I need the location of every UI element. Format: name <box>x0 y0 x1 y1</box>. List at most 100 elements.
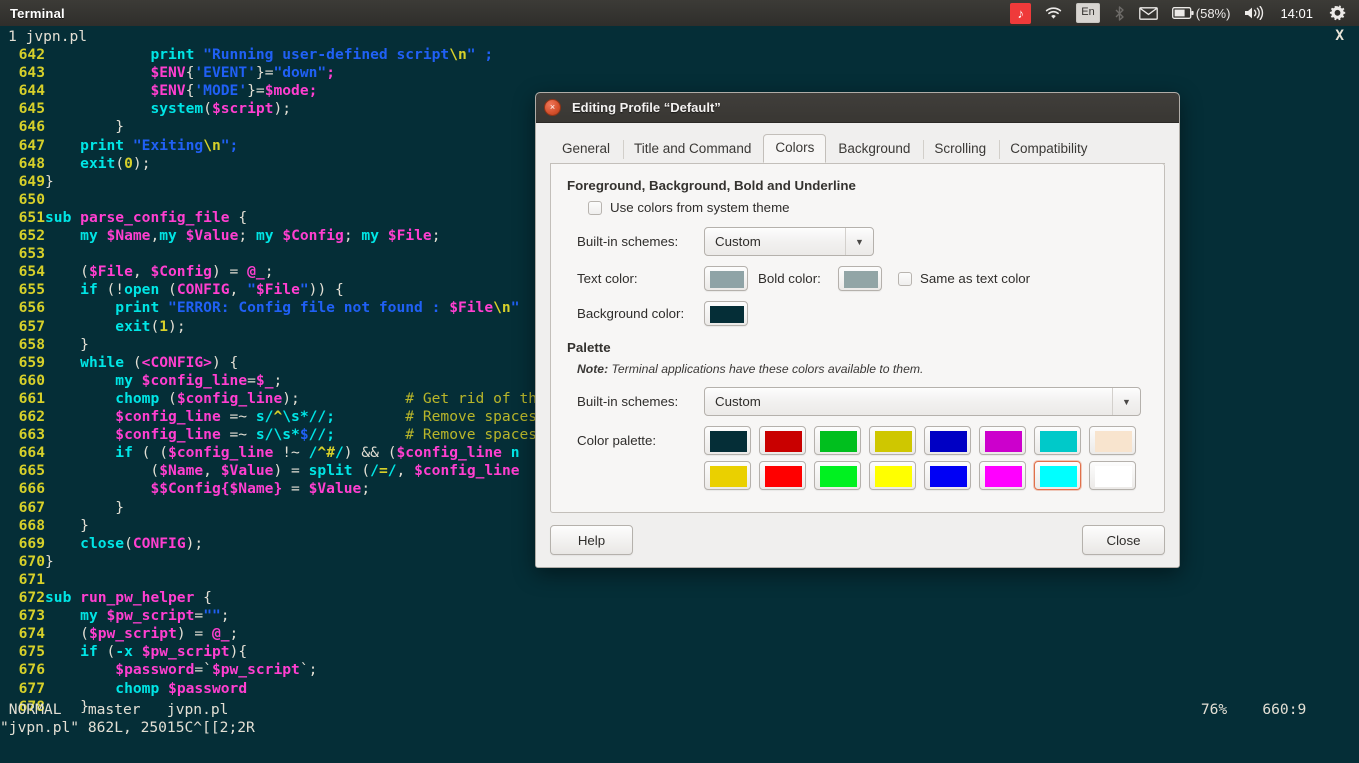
same-as-text-row[interactable]: Same as text color <box>898 271 1030 286</box>
tab-general[interactable]: General <box>550 135 622 163</box>
code-line: 657 exit(1); <box>18 317 186 335</box>
palette-swatch-1-0[interactable] <box>704 426 751 455</box>
code-line: 670} <box>18 552 54 570</box>
palette-swatch-2-6[interactable] <box>1034 461 1081 490</box>
palette-section-title: Palette <box>567 340 611 355</box>
palette-schemes-label: Built-in schemes: <box>577 394 679 409</box>
dialog-title: Editing Profile “Default” <box>572 100 721 115</box>
clock-label[interactable]: 14:01 <box>1271 0 1322 26</box>
code-line: 658 } <box>18 335 89 353</box>
builtin-schemes-select-1[interactable]: Custom ▼ <box>704 227 874 256</box>
code-line: 668 } <box>18 516 89 534</box>
palette-swatch-2-3[interactable] <box>869 461 916 490</box>
code-line: 675 if (-x $pw_script){ <box>18 643 248 661</box>
text-color-row: Text color: Bold color: Same as text col… <box>567 266 1148 291</box>
code-line: 653 <box>18 245 45 263</box>
palette-swatch-2-4[interactable] <box>924 461 971 490</box>
bold-color-swatch[interactable] <box>838 266 882 291</box>
envelope-icon[interactable] <box>1132 0 1165 26</box>
builtin-schemes-row-1: Built-in schemes: Custom ▼ <box>567 227 1148 256</box>
close-icon[interactable]: × <box>544 99 561 116</box>
code-line: 656 print "ERROR: Config file not found … <box>18 299 520 317</box>
keyboard-language-indicator[interactable]: En <box>1069 0 1106 26</box>
code-line: 649} <box>18 172 54 190</box>
palette-swatch-2-5[interactable] <box>979 461 1026 490</box>
text-color-swatch[interactable] <box>704 266 748 291</box>
code-line: 665 ($Name, $Value) = split (/=/, $confi… <box>18 462 520 480</box>
palette-swatch-1-2[interactable] <box>814 426 861 455</box>
palette-swatch-1-6[interactable] <box>1034 426 1081 455</box>
code-line: 659 while (<CONFIG>) { <box>18 353 239 371</box>
tab-colors[interactable]: Colors <box>763 134 827 163</box>
code-line: 664 if ( ($config_line !~ /^#/) && ($con… <box>18 444 520 462</box>
palette-schemes-select[interactable]: Custom ▼ <box>704 387 1141 416</box>
palette-swatch-2-0[interactable] <box>704 461 751 490</box>
tab-compatibility[interactable]: Compatibility <box>998 135 1099 163</box>
palette-schemes-value: Custom <box>715 394 761 409</box>
palette-swatch-1-3[interactable] <box>869 426 916 455</box>
panel-app-title[interactable]: Terminal <box>0 6 65 21</box>
same-as-text-checkbox[interactable] <box>898 271 912 286</box>
code-line: 654 ($File, $Config) = @_; <box>18 263 274 281</box>
palette-swatch-1-1[interactable] <box>759 426 806 455</box>
terminal-tab-label: 1 jvpn.pl <box>8 28 88 45</box>
background-color-label: Background color: <box>577 306 685 321</box>
tab-title-and-command[interactable]: Title and Command <box>622 135 763 163</box>
tab-background[interactable]: Background <box>826 135 922 163</box>
code-line: 660 my $config_line=$_; <box>18 371 283 389</box>
wifi-icon[interactable] <box>1038 0 1069 26</box>
palette-swatch-1-4[interactable] <box>924 426 971 455</box>
palette-swatch-1-5[interactable] <box>979 426 1026 455</box>
palette-row <box>704 461 1136 490</box>
music-note-icon[interactable]: ♪ <box>1003 0 1038 26</box>
chevron-down-icon[interactable]: ▼ <box>845 228 873 255</box>
code-line: 651sub parse_config_file { <box>18 208 248 226</box>
palette-swatch-2-7[interactable] <box>1089 461 1136 490</box>
dialog-titlebar[interactable]: × Editing Profile “Default” <box>536 93 1179 123</box>
palette-note-text: Terminal applications have these colors … <box>608 362 924 376</box>
gear-icon[interactable] <box>1322 0 1353 26</box>
builtin-schemes-row-2: Built-in schemes: Custom ▼ <box>567 387 1148 416</box>
color-palette-grid <box>704 426 1136 490</box>
background-color-row: Background color: <box>567 301 1148 326</box>
palette-swatch-2-1[interactable] <box>759 461 806 490</box>
palette-row <box>704 426 1136 455</box>
terminal-close-glyph[interactable]: X <box>1335 27 1344 45</box>
code-line: 648 exit(0); <box>18 154 151 172</box>
code-line: 669 close(CONFIG); <box>18 534 204 552</box>
palette-swatch-1-7[interactable] <box>1089 426 1136 455</box>
code-line: 644 $ENV{'MODE'}=$mode; <box>18 82 318 100</box>
bold-color-label: Bold color: <box>758 271 821 286</box>
volume-icon[interactable] <box>1237 0 1271 26</box>
same-as-text-label: Same as text color <box>920 271 1031 286</box>
language-label: En <box>1076 3 1100 23</box>
use-system-theme-checkbox[interactable] <box>588 200 602 215</box>
use-system-theme-label: Use colors from system theme <box>610 200 790 215</box>
palette-note: Note: Terminal applications have these c… <box>577 362 1148 376</box>
help-button[interactable]: Help <box>550 525 633 555</box>
close-button[interactable]: Close <box>1082 525 1165 555</box>
vim-command-line: "jvpn.pl" 862L, 25015C^[[2;2R <box>0 719 255 736</box>
color-palette-label: Color palette: <box>577 433 657 448</box>
tab-strip: General Title and Command Colors Background… <box>550 134 1165 164</box>
code-line: 671 <box>18 570 45 588</box>
code-line: 642 print "Running user-defined script\n… <box>18 46 494 63</box>
use-system-theme-row[interactable]: Use colors from system theme <box>588 200 1148 215</box>
code-line: 643 $ENV{'EVENT'}="down"; <box>18 64 335 82</box>
code-line: 663 $config_line =~ s/\s*$//; # Remove s… <box>18 426 555 444</box>
tab-scrolling[interactable]: Scrolling <box>922 135 998 163</box>
code-line: 652 my $Name,my $Value; my $Config; my $… <box>18 227 441 244</box>
color-palette-row: Color palette: <box>567 426 1148 490</box>
battery-icon[interactable]: (58%) <box>1165 0 1238 26</box>
code-line: 650 <box>18 190 45 208</box>
code-line: 661 chomp ($config_line); # Get rid of t… <box>18 389 546 407</box>
colors-tab-panel: Foreground, Background, Bold and Underli… <box>550 163 1165 513</box>
bluetooth-icon[interactable] <box>1107 0 1132 26</box>
background-color-swatch[interactable] <box>704 301 748 326</box>
code-line: 676 $password=`$pw_script`; <box>18 661 318 679</box>
text-color-label: Text color: <box>577 271 638 286</box>
palette-swatch-2-2[interactable] <box>814 461 861 490</box>
foreground-section-title: Foreground, Background, Bold and Underli… <box>567 178 856 193</box>
code-line: 662 $config_line =~ s/^\s*//; # Remove s… <box>18 408 555 425</box>
chevron-down-icon[interactable]: ▼ <box>1112 388 1140 415</box>
